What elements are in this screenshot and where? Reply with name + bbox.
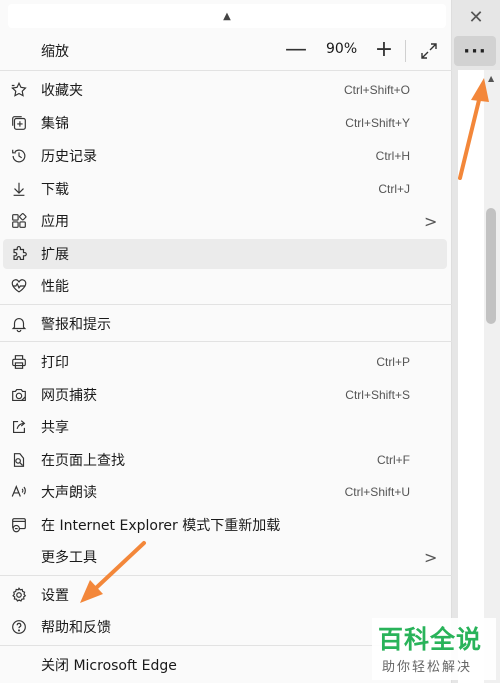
history-icon (9, 146, 29, 166)
menu-item-shortcut: Ctrl+P (376, 355, 410, 369)
menu-item-label: 在页面上查找 (41, 453, 125, 469)
share-icon (9, 417, 29, 437)
favorites-star-icon (9, 80, 29, 100)
menu-item-label: 下载 (41, 182, 69, 198)
menu-item-label: 设置 (41, 588, 69, 604)
extensions-puzzle-icon (9, 244, 29, 264)
zoom-level: 90% (326, 41, 358, 57)
menu-item-performance[interactable]: 性能 (0, 271, 452, 301)
menu-item-shortcut: Ctrl+H (375, 149, 410, 163)
menu-item-shortcut: Ctrl+Shift+Y (345, 116, 410, 130)
menu-item-label: 警报和提示 (41, 317, 111, 333)
scrollbar-thumb[interactable] (486, 208, 496, 324)
menu-item-read-aloud[interactable]: 大声朗读 Ctrl+Shift+U (0, 477, 452, 507)
menu-item-extensions[interactable]: 扩展 (3, 239, 447, 269)
menu-item-favorites[interactable]: 收藏夹 Ctrl+Shift+O (0, 75, 452, 105)
menu-item-label: 历史记录 (41, 149, 97, 165)
apps-icon (9, 211, 29, 231)
printer-icon (9, 352, 29, 372)
menu-item-label: 更多工具 (41, 550, 97, 566)
bell-icon (9, 314, 29, 334)
ie-mode-icon (9, 515, 29, 535)
menu-item-label: 打印 (41, 355, 69, 371)
menu-item-shortcut: Ctrl+J (378, 182, 410, 196)
menu-item-print[interactable]: 打印 Ctrl+P (0, 347, 452, 377)
menu-item-label: 共享 (41, 420, 69, 436)
menu-item-alerts[interactable]: 警报和提示 (0, 309, 452, 339)
gear-icon (9, 585, 29, 605)
menu-item-shortcut: Ctrl+F (377, 453, 410, 467)
watermark-subtitle: 助你轻松解决 (382, 660, 473, 675)
close-icon[interactable]: ✕ (458, 4, 494, 30)
zoom-row: 缩放 — 90% + (0, 32, 452, 70)
menu-item-settings[interactable]: 设置 (0, 580, 452, 610)
menu-item-share[interactable]: 共享 (0, 412, 452, 442)
watermark-title: 百科全说 (378, 625, 483, 654)
menu-item-history[interactable]: 历史记录 Ctrl+H (0, 141, 452, 171)
menu-item-shortcut: Ctrl+Shift+U (344, 485, 410, 499)
scrollbar[interactable] (484, 70, 500, 683)
menu-item-label: 网页捕获 (41, 388, 97, 404)
menu-item-label: 大声朗读 (41, 485, 97, 501)
menu-item-web-capture[interactable]: 网页捕获 Ctrl+Shift+S (0, 380, 452, 410)
zoom-separator (405, 40, 406, 62)
menu-item-label: 帮助和反馈 (41, 620, 111, 636)
menu-item-shortcut: Ctrl+Shift+S (345, 388, 410, 402)
zoom-out-button[interactable]: — (282, 34, 310, 64)
menu-item-shortcut: Ctrl+Shift+O (343, 83, 410, 97)
menu-item-ie-mode[interactable]: 在 Internet Explorer 模式下重新加载 (0, 510, 452, 540)
zoom-in-button[interactable]: + (370, 34, 398, 64)
menu-item-label: 在 Internet Explorer 模式下重新加载 (41, 518, 281, 534)
menu-item-label: 收藏夹 (41, 83, 83, 99)
web-capture-icon (9, 385, 29, 405)
page-content-area (458, 70, 484, 683)
zoom-label: 缩放 (41, 44, 69, 60)
find-on-page-icon (9, 450, 29, 470)
menu-divider (0, 70, 452, 71)
menu-item-collections[interactable]: 集锦 Ctrl+Shift+Y (0, 108, 452, 138)
chevron-right-icon: > (424, 211, 438, 231)
menu-item-label: 关闭 Microsoft Edge (41, 658, 177, 674)
settings-and-more-button[interactable]: ··· (454, 36, 496, 66)
menu-pin-bar[interactable]: ▲ (8, 4, 446, 28)
watermark: 百科全说 助你轻松解决 (372, 618, 496, 680)
scroll-up-arrow-icon[interactable]: ▲ (488, 74, 494, 83)
menu-divider (0, 575, 452, 576)
menu-item-apps[interactable]: 应用 > (0, 206, 452, 236)
menu-divider (0, 341, 452, 342)
help-question-icon (9, 617, 29, 637)
menu-item-find-on-page[interactable]: 在页面上查找 Ctrl+F (0, 445, 452, 475)
settings-menu: ▲ 缩放 — 90% + 收藏夹 Ctrl+Shift+O 集锦 Ctrl+Sh… (0, 0, 452, 683)
read-aloud-icon (9, 482, 29, 502)
menu-item-label: 应用 (41, 214, 69, 230)
chevron-right-icon: > (424, 547, 438, 567)
download-icon (9, 179, 29, 199)
menu-item-label: 集锦 (41, 116, 69, 132)
menu-item-label: 扩展 (41, 247, 69, 263)
collections-icon (9, 113, 29, 133)
menu-divider (0, 304, 452, 305)
menu-item-more-tools[interactable]: 更多工具 > (0, 542, 452, 572)
menu-item-downloads[interactable]: 下载 Ctrl+J (0, 174, 452, 204)
expand-icon[interactable] (414, 36, 444, 66)
performance-heartbeat-icon (9, 276, 29, 296)
menu-item-label: 性能 (41, 279, 69, 295)
